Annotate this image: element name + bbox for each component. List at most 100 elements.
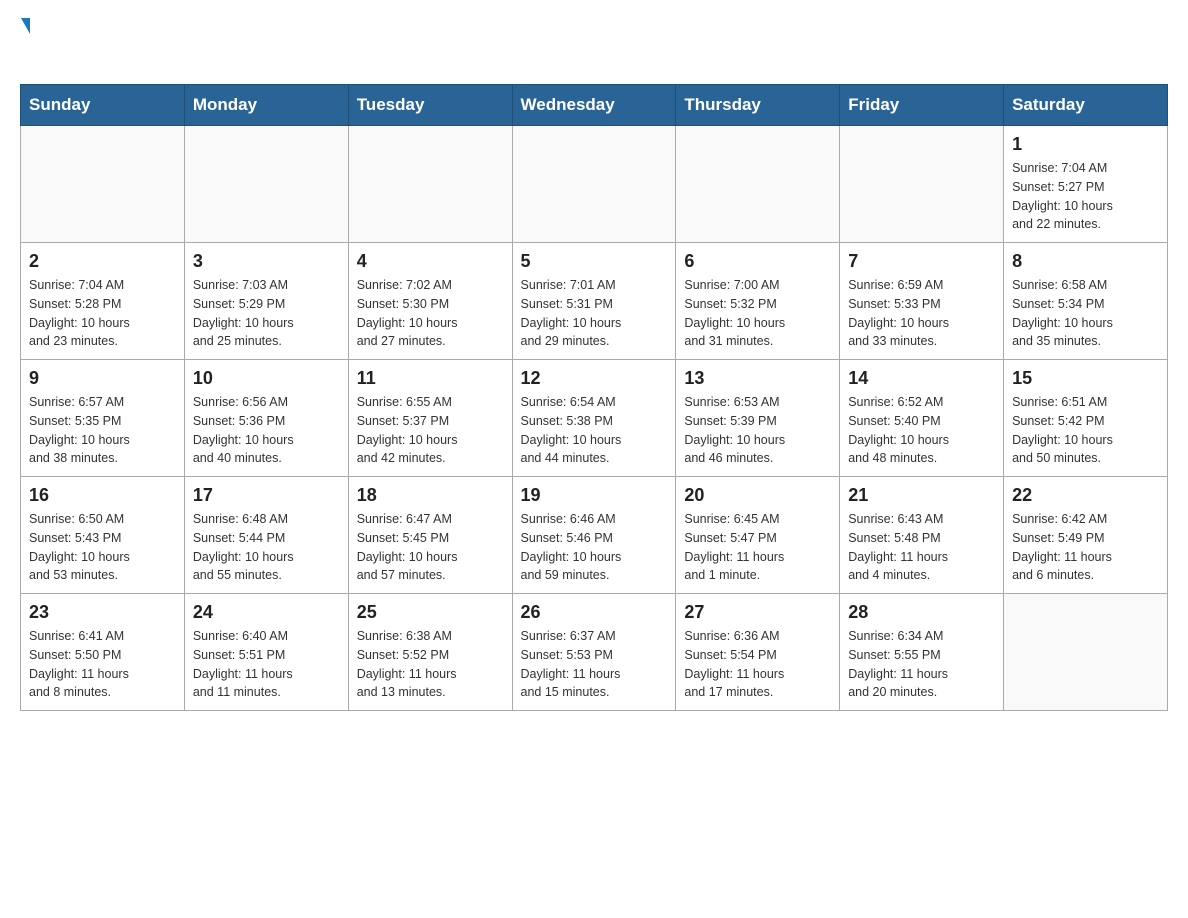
day-number: 22 [1012, 485, 1159, 506]
calendar-day-16: 16 Sunrise: 6:50 AM Sunset: 5:43 PM Dayli… [21, 477, 185, 594]
day-info: Sunrise: 6:57 AM Sunset: 5:35 PM Dayligh… [29, 393, 176, 468]
day-number: 24 [193, 602, 340, 623]
calendar-day-3: 3 Sunrise: 7:03 AM Sunset: 5:29 PM Daylig… [184, 243, 348, 360]
day-number: 21 [848, 485, 995, 506]
day-number: 3 [193, 251, 340, 272]
day-number: 25 [357, 602, 504, 623]
day-number: 11 [357, 368, 504, 389]
calendar-day-5: 5 Sunrise: 7:01 AM Sunset: 5:31 PM Daylig… [512, 243, 676, 360]
calendar-empty-cell [1004, 594, 1168, 711]
calendar-header-monday: Monday [184, 85, 348, 126]
calendar-day-19: 19 Sunrise: 6:46 AM Sunset: 5:46 PM Dayli… [512, 477, 676, 594]
calendar-empty-cell [676, 126, 840, 243]
day-number: 15 [1012, 368, 1159, 389]
calendar-day-22: 22 Sunrise: 6:42 AM Sunset: 5:49 PM Dayli… [1004, 477, 1168, 594]
day-info: Sunrise: 6:58 AM Sunset: 5:34 PM Dayligh… [1012, 276, 1159, 351]
day-info: Sunrise: 7:01 AM Sunset: 5:31 PM Dayligh… [521, 276, 668, 351]
day-info: Sunrise: 6:52 AM Sunset: 5:40 PM Dayligh… [848, 393, 995, 468]
calendar-day-28: 28 Sunrise: 6:34 AM Sunset: 5:55 PM Dayli… [840, 594, 1004, 711]
calendar-empty-cell [840, 126, 1004, 243]
calendar-day-9: 9 Sunrise: 6:57 AM Sunset: 5:35 PM Daylig… [21, 360, 185, 477]
calendar-day-7: 7 Sunrise: 6:59 AM Sunset: 5:33 PM Daylig… [840, 243, 1004, 360]
calendar-day-21: 21 Sunrise: 6:43 AM Sunset: 5:48 PM Dayli… [840, 477, 1004, 594]
day-number: 6 [684, 251, 831, 272]
day-number: 26 [521, 602, 668, 623]
day-number: 10 [193, 368, 340, 389]
day-info: Sunrise: 7:00 AM Sunset: 5:32 PM Dayligh… [684, 276, 831, 351]
calendar-day-12: 12Sunrise: 6:54 AM Sunset: 5:38 PM Dayli… [512, 360, 676, 477]
calendar-day-18: 18Sunrise: 6:47 AM Sunset: 5:45 PM Dayli… [348, 477, 512, 594]
day-number: 18 [357, 485, 504, 506]
day-info: Sunrise: 6:50 AM Sunset: 5:43 PM Dayligh… [29, 510, 176, 585]
calendar-empty-cell [184, 126, 348, 243]
calendar-empty-cell [21, 126, 185, 243]
day-info: Sunrise: 6:48 AM Sunset: 5:44 PM Dayligh… [193, 510, 340, 585]
logo [20, 20, 38, 68]
calendar-day-11: 11 Sunrise: 6:55 AM Sunset: 5:37 PM Dayli… [348, 360, 512, 477]
calendar-week-3: 9 Sunrise: 6:57 AM Sunset: 5:35 PM Daylig… [21, 360, 1168, 477]
calendar-day-8: 8 Sunrise: 6:58 AM Sunset: 5:34 PM Daylig… [1004, 243, 1168, 360]
day-info: Sunrise: 7:02 AM Sunset: 5:30 PM Dayligh… [357, 276, 504, 351]
day-info: Sunrise: 7:04 AM Sunset: 5:28 PM Dayligh… [29, 276, 176, 351]
day-number: 8 [1012, 251, 1159, 272]
calendar-day-27: 27 Sunrise: 6:36 AM Sunset: 5:54 PM Dayli… [676, 594, 840, 711]
day-number: 5 [521, 251, 668, 272]
calendar-header-wednesday: Wednesday [512, 85, 676, 126]
day-info: Sunrise: 7:04 AM Sunset: 5:27 PM Dayligh… [1012, 159, 1159, 234]
day-info: Sunrise: 6:36 AM Sunset: 5:54 PM Dayligh… [684, 627, 831, 702]
day-info: Sunrise: 6:59 AM Sunset: 5:33 PM Dayligh… [848, 276, 995, 351]
calendar-week-4: 16 Sunrise: 6:50 AM Sunset: 5:43 PM Dayli… [21, 477, 1168, 594]
calendar-empty-cell [348, 126, 512, 243]
day-number: 23 [29, 602, 176, 623]
day-info: Sunrise: 6:34 AM Sunset: 5:55 PM Dayligh… [848, 627, 995, 702]
calendar-day-23: 23 Sunrise: 6:41 AM Sunset: 5:50 PM Dayli… [21, 594, 185, 711]
day-info: Sunrise: 6:38 AM Sunset: 5:52 PM Dayligh… [357, 627, 504, 702]
calendar-day-1: 1 Sunrise: 7:04 AM Sunset: 5:27 PM Daylig… [1004, 126, 1168, 243]
calendar-day-2: 2 Sunrise: 7:04 AM Sunset: 5:28 PM Daylig… [21, 243, 185, 360]
calendar-header-row: SundayMondayTuesdayWednesdayThursdayFrid… [21, 85, 1168, 126]
day-info: Sunrise: 6:45 AM Sunset: 5:47 PM Dayligh… [684, 510, 831, 585]
calendar-header-sunday: Sunday [21, 85, 185, 126]
day-info: Sunrise: 6:43 AM Sunset: 5:48 PM Dayligh… [848, 510, 995, 585]
calendar-week-1: 1 Sunrise: 7:04 AM Sunset: 5:27 PM Daylig… [21, 126, 1168, 243]
calendar-day-13: 13 Sunrise: 6:53 AM Sunset: 5:39 PM Dayli… [676, 360, 840, 477]
calendar-day-24: 24Sunrise: 6:40 AM Sunset: 5:51 PM Dayli… [184, 594, 348, 711]
calendar-empty-cell [512, 126, 676, 243]
day-number: 1 [1012, 134, 1159, 155]
day-number: 14 [848, 368, 995, 389]
day-info: Sunrise: 6:42 AM Sunset: 5:49 PM Dayligh… [1012, 510, 1159, 585]
calendar-header-tuesday: Tuesday [348, 85, 512, 126]
page-header [20, 20, 1168, 68]
day-info: Sunrise: 6:41 AM Sunset: 5:50 PM Dayligh… [29, 627, 176, 702]
day-info: Sunrise: 6:46 AM Sunset: 5:46 PM Dayligh… [521, 510, 668, 585]
day-info: Sunrise: 6:55 AM Sunset: 5:37 PM Dayligh… [357, 393, 504, 468]
calendar-day-10: 10Sunrise: 6:56 AM Sunset: 5:36 PM Dayli… [184, 360, 348, 477]
calendar-table: SundayMondayTuesdayWednesdayThursdayFrid… [20, 84, 1168, 711]
calendar-header-thursday: Thursday [676, 85, 840, 126]
calendar-day-25: 25 Sunrise: 6:38 AM Sunset: 5:52 PM Dayli… [348, 594, 512, 711]
day-number: 20 [684, 485, 831, 506]
calendar-week-2: 2 Sunrise: 7:04 AM Sunset: 5:28 PM Daylig… [21, 243, 1168, 360]
day-number: 13 [684, 368, 831, 389]
day-number: 12 [521, 368, 668, 389]
day-number: 19 [521, 485, 668, 506]
day-number: 16 [29, 485, 176, 506]
calendar-day-20: 20 Sunrise: 6:45 AM Sunset: 5:47 PM Dayli… [676, 477, 840, 594]
day-number: 17 [193, 485, 340, 506]
calendar-day-4: 4 Sunrise: 7:02 AM Sunset: 5:30 PM Daylig… [348, 243, 512, 360]
day-number: 9 [29, 368, 176, 389]
day-number: 28 [848, 602, 995, 623]
day-info: Sunrise: 6:53 AM Sunset: 5:39 PM Dayligh… [684, 393, 831, 468]
day-info: Sunrise: 7:03 AM Sunset: 5:29 PM Dayligh… [193, 276, 340, 351]
logo-triangle-icon [21, 18, 30, 34]
day-number: 27 [684, 602, 831, 623]
calendar-header-saturday: Saturday [1004, 85, 1168, 126]
day-number: 2 [29, 251, 176, 272]
calendar-day-15: 15 Sunrise: 6:51 AM Sunset: 5:42 PM Dayli… [1004, 360, 1168, 477]
calendar-day-17: 17 Sunrise: 6:48 AM Sunset: 5:44 PM Dayli… [184, 477, 348, 594]
calendar-day-6: 6 Sunrise: 7:00 AM Sunset: 5:32 PM Daylig… [676, 243, 840, 360]
day-number: 4 [357, 251, 504, 272]
calendar-day-26: 26Sunrise: 6:37 AM Sunset: 5:53 PM Dayli… [512, 594, 676, 711]
day-info: Sunrise: 6:51 AM Sunset: 5:42 PM Dayligh… [1012, 393, 1159, 468]
day-number: 7 [848, 251, 995, 272]
